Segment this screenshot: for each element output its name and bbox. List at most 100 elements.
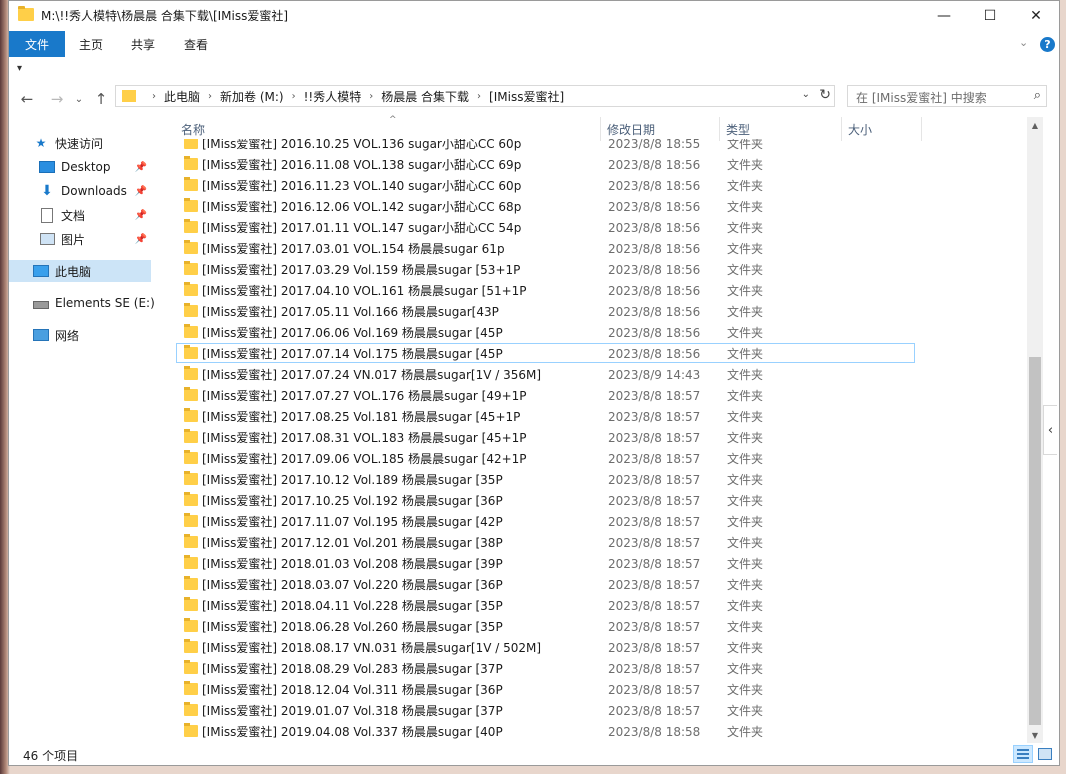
file-row[interactable]: [IMiss爱蜜社] 2018.01.03 Vol.208 杨晨晨sugar [… xyxy=(167,553,1029,574)
pin-icon[interactable]: 📌 xyxy=(135,162,147,173)
scrollbar-thumb[interactable] xyxy=(1029,357,1041,725)
file-modified-date: 2023/8/8 18:57 xyxy=(608,703,701,718)
file-type: 文件夹 xyxy=(727,536,764,550)
nav-item-network[interactable]: 网络 xyxy=(9,324,151,346)
scroll-up-icon[interactable]: ▲ xyxy=(1027,117,1043,133)
pin-icon[interactable]: 📌 xyxy=(135,210,147,221)
quick-access-toolbar-dropdown-icon[interactable]: ▾ xyxy=(17,63,22,74)
file-type: 文件夹 xyxy=(727,431,764,445)
breadcrumb-folder-1[interactable]: !!秀人模特 xyxy=(304,88,362,105)
tab-share[interactable]: 共享 xyxy=(131,31,155,57)
folder-icon xyxy=(184,702,198,716)
file-row[interactable]: [IMiss爱蜜社] 2017.03.01 VOL.154 杨晨晨sugar 6… xyxy=(167,238,1029,259)
file-type: 文件夹 xyxy=(727,725,764,739)
tab-home[interactable]: 主页 xyxy=(79,31,103,57)
ribbon-collapse-icon[interactable]: ⌄ xyxy=(1019,36,1028,49)
nav-item-desktop[interactable]: Desktop 📌 xyxy=(9,156,151,178)
nav-label: Downloads xyxy=(61,184,127,198)
file-list-rows: [IMiss爱蜜社] 2016.10.25 VOL.136 sugar小甜心CC… xyxy=(167,139,1029,742)
large-icons-view-icon xyxy=(1038,748,1052,760)
breadcrumb-separator[interactable]: › xyxy=(477,91,481,102)
recent-locations-button[interactable]: ⌄ xyxy=(69,89,89,109)
breadcrumb-separator[interactable]: › xyxy=(208,91,212,102)
nav-item-downloads[interactable]: ⬇ Downloads 📌 xyxy=(9,180,151,202)
forward-button[interactable]: → xyxy=(47,89,67,109)
file-row[interactable]: [IMiss爱蜜社] 2018.06.28 Vol.260 杨晨晨sugar [… xyxy=(167,616,1029,637)
file-modified-date: 2023/8/8 18:57 xyxy=(608,556,701,571)
breadcrumb-separator[interactable]: › xyxy=(369,91,373,102)
address-bar[interactable]: › 此电脑 › 新加卷 (M:) › !!秀人模特 › 杨晨晨 合集下载 › [… xyxy=(115,85,835,107)
column-header-name[interactable]: 名称 ^ xyxy=(175,115,601,141)
close-button[interactable]: ✕ xyxy=(1013,1,1059,31)
file-modified-date: 2023/8/8 18:57 xyxy=(608,577,701,592)
details-pane-toggle-icon[interactable]: ‹ xyxy=(1043,405,1057,455)
file-row[interactable]: [IMiss爱蜜社] 2018.08.17 VN.031 杨晨晨sugar[1V… xyxy=(167,637,1029,658)
file-row[interactable]: [IMiss爱蜜社] 2018.04.11 Vol.228 杨晨晨sugar [… xyxy=(167,595,1029,616)
tab-file[interactable]: 文件 xyxy=(9,31,65,57)
file-type: 文件夹 xyxy=(727,452,764,466)
up-button[interactable]: ↑ xyxy=(91,89,111,109)
nav-item-drive[interactable]: Elements SE (E:) xyxy=(9,292,155,314)
file-row[interactable]: [IMiss爱蜜社] 2017.08.25 Vol.181 杨晨晨sugar [… xyxy=(167,406,1029,427)
refresh-icon[interactable]: ↻ xyxy=(819,87,831,103)
folder-icon xyxy=(184,723,198,737)
file-row[interactable]: [IMiss爱蜜社] 2017.07.24 VN.017 杨晨晨sugar[1V… xyxy=(167,364,1029,385)
vertical-scrollbar[interactable]: ▲ ▼ xyxy=(1027,117,1043,743)
file-row[interactable]: [IMiss爱蜜社] 2017.09.06 VOL.185 杨晨晨sugar [… xyxy=(167,448,1029,469)
column-header-size[interactable]: 大小 xyxy=(842,117,922,141)
folder-icon xyxy=(184,555,198,569)
file-name: [IMiss爱蜜社] 2017.03.29 Vol.159 杨晨晨sugar [… xyxy=(202,263,521,277)
large-icons-view-button[interactable] xyxy=(1035,745,1055,763)
file-name: [IMiss爱蜜社] 2017.07.27 VOL.176 杨晨晨sugar [… xyxy=(202,389,527,403)
file-row[interactable]: [IMiss爱蜜社] 2018.08.29 Vol.283 杨晨晨sugar [… xyxy=(167,658,1029,679)
back-button[interactable]: ← xyxy=(17,89,37,109)
file-row[interactable]: [IMiss爱蜜社] 2016.10.25 VOL.136 sugar小甜心CC… xyxy=(167,139,1029,154)
details-view-button[interactable] xyxy=(1013,745,1033,763)
maximize-button[interactable]: ☐ xyxy=(967,1,1013,31)
file-row[interactable]: [IMiss爱蜜社] 2017.04.10 VOL.161 杨晨晨sugar [… xyxy=(167,280,1029,301)
tab-view[interactable]: 查看 xyxy=(184,31,208,57)
folder-icon xyxy=(184,618,198,632)
nav-item-documents[interactable]: 文档 📌 xyxy=(9,204,151,226)
file-row[interactable]: [IMiss爱蜜社] 2019.01.07 Vol.318 杨晨晨sugar [… xyxy=(167,700,1029,721)
nav-item-this-pc[interactable]: 此电脑 xyxy=(9,260,151,282)
breadcrumb-current[interactable]: [IMiss爱蜜社] xyxy=(489,88,564,105)
file-row[interactable]: [IMiss爱蜜社] 2016.11.08 VOL.138 sugar小甜心CC… xyxy=(167,154,1029,175)
file-row[interactable]: [IMiss爱蜜社] 2017.10.25 Vol.192 杨晨晨sugar [… xyxy=(167,490,1029,511)
file-row[interactable]: [IMiss爱蜜社] 2017.08.31 VOL.183 杨晨晨sugar [… xyxy=(167,427,1029,448)
column-header-date[interactable]: 修改日期 xyxy=(601,117,720,141)
pin-icon[interactable]: 📌 xyxy=(135,186,147,197)
file-row[interactable]: [IMiss爱蜜社] 2017.11.07 Vol.195 杨晨晨sugar [… xyxy=(167,511,1029,532)
breadcrumb-this-pc[interactable]: 此电脑 xyxy=(164,88,200,105)
scroll-down-icon[interactable]: ▼ xyxy=(1027,727,1043,743)
column-header-type[interactable]: 类型 xyxy=(720,117,842,141)
pin-icon[interactable]: 📌 xyxy=(135,234,147,245)
file-row[interactable]: [IMiss爱蜜社] 2016.12.06 VOL.142 sugar小甜心CC… xyxy=(167,196,1029,217)
file-row[interactable]: [IMiss爱蜜社] 2017.03.29 Vol.159 杨晨晨sugar [… xyxy=(167,259,1029,280)
file-row[interactable]: [IMiss爱蜜社] 2017.05.11 Vol.166 杨晨晨sugar[4… xyxy=(167,301,1029,322)
minimize-button[interactable]: — xyxy=(921,1,967,31)
search-icon[interactable]: ⌕ xyxy=(1034,88,1041,103)
file-modified-date: 2023/8/8 18:58 xyxy=(608,724,701,739)
search-input[interactable]: 在 [IMiss爱蜜社] 中搜索 ⌕ xyxy=(847,85,1047,107)
file-row[interactable]: [IMiss爱蜜社] 2017.10.12 Vol.189 杨晨晨sugar [… xyxy=(167,469,1029,490)
file-row[interactable]: [IMiss爱蜜社] 2019.04.08 Vol.337 杨晨晨sugar [… xyxy=(167,721,1029,742)
file-row[interactable]: [IMiss爱蜜社] 2017.06.06 Vol.169 杨晨晨sugar [… xyxy=(167,322,1029,343)
file-row[interactable]: [IMiss爱蜜社] 2016.11.23 VOL.140 sugar小甜心CC… xyxy=(167,175,1029,196)
folder-icon xyxy=(184,156,198,170)
file-row[interactable]: [IMiss爱蜜社] 2017.07.27 VOL.176 杨晨晨sugar [… xyxy=(167,385,1029,406)
help-icon[interactable]: ? xyxy=(1040,37,1055,52)
nav-item-quick-access[interactable]: ★ 快速访问 xyxy=(9,132,151,154)
file-row[interactable]: [IMiss爱蜜社] 2018.12.04 Vol.311 杨晨晨sugar [… xyxy=(167,679,1029,700)
breadcrumb-folder-2[interactable]: 杨晨晨 合集下载 xyxy=(381,88,469,105)
file-row[interactable]: [IMiss爱蜜社] 2017.12.01 Vol.201 杨晨晨sugar [… xyxy=(167,532,1029,553)
file-modified-date: 2023/8/8 18:57 xyxy=(608,514,701,529)
address-dropdown-icon[interactable]: ⌄ xyxy=(802,89,810,100)
file-name: [IMiss爱蜜社] 2016.10.25 VOL.136 sugar小甜心CC… xyxy=(202,139,522,151)
file-row[interactable]: [IMiss爱蜜社] 2018.03.07 Vol.220 杨晨晨sugar [… xyxy=(167,574,1029,595)
breadcrumb-drive[interactable]: 新加卷 (M:) xyxy=(220,88,284,105)
file-row[interactable]: [IMiss爱蜜社] 2017.07.14 Vol.175 杨晨晨sugar [… xyxy=(167,343,1029,364)
nav-item-pictures[interactable]: 图片 📌 xyxy=(9,228,151,250)
breadcrumb-separator[interactable]: › xyxy=(292,91,296,102)
file-row[interactable]: [IMiss爱蜜社] 2017.01.11 VOL.147 sugar小甜心CC… xyxy=(167,217,1029,238)
